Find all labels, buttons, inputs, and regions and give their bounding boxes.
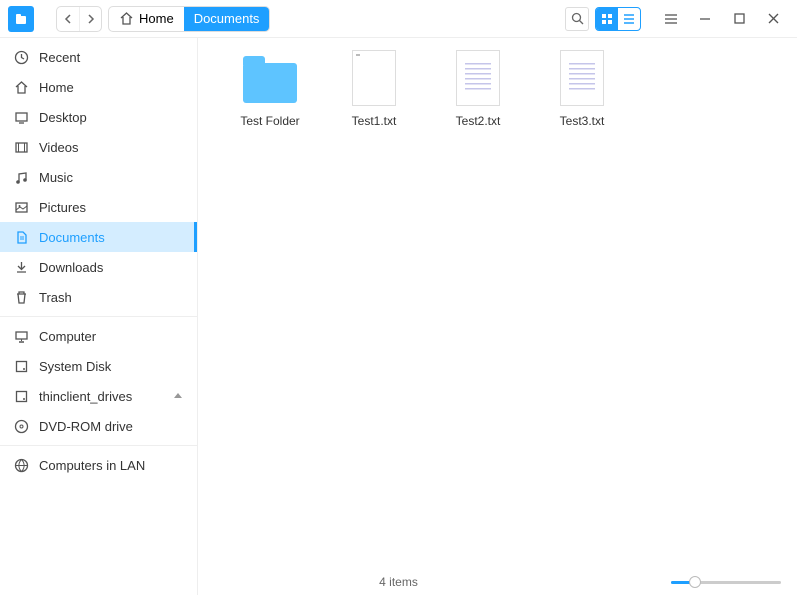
- file-item[interactable]: Test3.txt: [530, 48, 634, 128]
- document-icon: [14, 230, 29, 245]
- sidebar-item-home[interactable]: Home: [0, 72, 197, 102]
- sidebar-item-music[interactable]: Music: [0, 162, 197, 192]
- sidebar-item-computer[interactable]: Computer: [0, 321, 197, 351]
- file-icon: [448, 48, 508, 108]
- sidebar-item-lan[interactable]: Computers in LAN: [0, 450, 197, 480]
- sidebar-item-trash[interactable]: Trash: [0, 282, 197, 312]
- trash-icon: [14, 290, 29, 305]
- music-icon: [14, 170, 29, 185]
- statusbar: 4 items: [198, 569, 797, 595]
- home-icon: [119, 11, 134, 26]
- sidebar-item-label: Desktop: [39, 110, 87, 125]
- sidebar-item-label: System Disk: [39, 359, 111, 374]
- sidebar: Recent Home Desktop Videos Music Pictures Docu…: [0, 38, 198, 595]
- sidebar-item-downloads[interactable]: Downloads: [0, 252, 197, 282]
- zoom-slider[interactable]: [671, 581, 781, 584]
- sidebar-item-label: Home: [39, 80, 74, 95]
- file-icon: [552, 48, 612, 108]
- dvd-icon: [14, 419, 29, 434]
- sidebar-item-desktop[interactable]: Desktop: [0, 102, 197, 132]
- disk-icon: [14, 359, 29, 374]
- sidebar-item-label: Computers in LAN: [39, 458, 145, 473]
- desktop-icon: [14, 110, 29, 125]
- sidebar-item-label: Music: [39, 170, 73, 185]
- breadcrumb-documents[interactable]: Documents: [184, 7, 270, 31]
- sidebar-item-dvd[interactable]: DVD-ROM drive: [0, 411, 197, 441]
- computer-icon: [14, 329, 29, 344]
- sidebar-item-label: Videos: [39, 140, 79, 155]
- sidebar-item-label: thinclient_drives: [39, 389, 132, 404]
- disk-icon: [14, 389, 29, 404]
- forward-button[interactable]: [79, 7, 101, 31]
- sidebar-item-documents[interactable]: Documents: [0, 222, 197, 252]
- app-icon: [8, 6, 34, 32]
- sidebar-item-label: Pictures: [39, 200, 86, 215]
- breadcrumb: Home Documents: [108, 6, 270, 32]
- view-toggle: [595, 7, 641, 31]
- sidebar-item-label: Downloads: [39, 260, 103, 275]
- file-item[interactable]: Test2.txt: [426, 48, 530, 128]
- close-button[interactable]: [763, 7, 783, 31]
- item-count: 4 items: [379, 575, 418, 589]
- breadcrumb-home[interactable]: Home: [109, 7, 184, 31]
- breadcrumb-label: Home: [139, 11, 174, 26]
- item-label: Test3.txt: [560, 114, 605, 128]
- item-label: Test Folder: [240, 114, 299, 128]
- network-icon: [14, 458, 29, 473]
- eject-icon[interactable]: [173, 391, 183, 401]
- sidebar-item-label: Recent: [39, 50, 80, 65]
- sidebar-item-label: Trash: [39, 290, 72, 305]
- minimize-button[interactable]: [695, 7, 715, 31]
- sidebar-item-recent[interactable]: Recent: [0, 42, 197, 72]
- picture-icon: [14, 200, 29, 215]
- toolbar: Home Documents: [0, 0, 797, 38]
- clock-icon: [14, 50, 29, 65]
- nav-buttons: [56, 6, 102, 32]
- window-controls: [661, 7, 783, 31]
- icon-view-button[interactable]: [596, 8, 618, 30]
- download-icon: [14, 260, 29, 275]
- list-view-button[interactable]: [618, 8, 640, 30]
- video-icon: [14, 140, 29, 155]
- file-item[interactable]: Test1.txt: [322, 48, 426, 128]
- file-grid[interactable]: Test Folder Test1.txt Test2.txt Test3.txt: [198, 38, 797, 569]
- maximize-button[interactable]: [729, 7, 749, 31]
- breadcrumb-label: Documents: [194, 11, 260, 26]
- sidebar-item-videos[interactable]: Videos: [0, 132, 197, 162]
- folder-item[interactable]: Test Folder: [218, 48, 322, 128]
- sidebar-item-thinclient[interactable]: thinclient_drives: [0, 381, 197, 411]
- back-button[interactable]: [57, 7, 79, 31]
- sidebar-item-label: Computer: [39, 329, 96, 344]
- folder-icon: [240, 48, 300, 108]
- sidebar-item-system-disk[interactable]: System Disk: [0, 351, 197, 381]
- zoom-slider-thumb[interactable]: [689, 576, 701, 588]
- sidebar-item-pictures[interactable]: Pictures: [0, 192, 197, 222]
- search-button[interactable]: [565, 7, 589, 31]
- sidebar-item-label: DVD-ROM drive: [39, 419, 133, 434]
- main-area: Test Folder Test1.txt Test2.txt Test3.txt 4…: [198, 38, 797, 595]
- sidebar-item-label: Documents: [39, 230, 105, 245]
- file-icon: [344, 48, 404, 108]
- item-label: Test2.txt: [456, 114, 501, 128]
- home-icon: [14, 80, 29, 95]
- menu-button[interactable]: [661, 7, 681, 31]
- item-label: Test1.txt: [352, 114, 397, 128]
